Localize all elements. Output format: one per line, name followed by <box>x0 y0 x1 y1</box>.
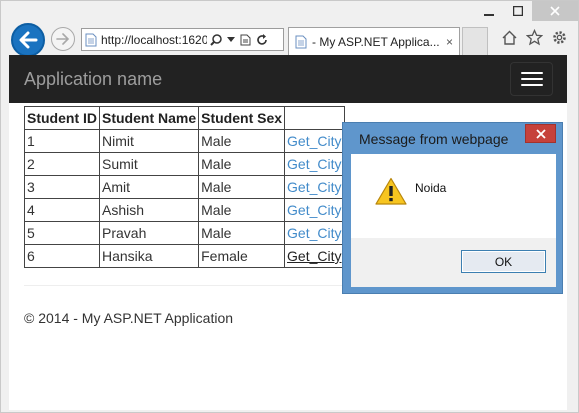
close-icon <box>535 128 546 139</box>
warning-icon <box>375 177 407 205</box>
minimize-icon <box>483 14 494 16</box>
home-icon[interactable] <box>501 29 518 46</box>
cell-student-id: 2 <box>24 152 100 176</box>
site-navbar: Application name <box>9 55 567 103</box>
dropdown-icon[interactable] <box>227 36 235 43</box>
cell-student-sex: Male <box>198 129 286 153</box>
table-row: 4 Ashish Male Get_City <box>24 198 345 222</box>
cell-student-id: 1 <box>24 129 100 153</box>
cell-student-sex: Female <box>198 244 286 268</box>
table-row: 6 Hansika Female Get_City <box>24 244 345 268</box>
cell-action: Get_City <box>284 152 345 176</box>
dialog-body: Noida <box>351 154 556 238</box>
address-tools <box>210 33 268 46</box>
brand-link[interactable]: Application name <box>24 69 162 90</box>
active-tab[interactable]: - My ASP.NET Applica... × <box>288 27 460 56</box>
cell-student-id: 3 <box>24 175 100 199</box>
hamburger-menu-icon <box>520 72 543 74</box>
tab-title: - My ASP.NET Applica... <box>312 35 440 49</box>
minimize-button[interactable] <box>474 1 503 21</box>
address-text[interactable]: http://localhost:1620 <box>101 33 207 47</box>
cell-action: Get_City <box>284 244 345 268</box>
cell-student-id: 6 <box>24 244 100 268</box>
back-button[interactable] <box>11 23 45 57</box>
maximize-button[interactable] <box>503 1 532 21</box>
back-arrow-icon <box>19 31 38 49</box>
get-city-link[interactable]: Get_City <box>287 156 341 172</box>
maximize-icon <box>512 6 523 16</box>
get-city-link[interactable]: Get_City <box>287 179 341 195</box>
cell-student-sex: Male <box>198 221 286 245</box>
page-icon <box>295 35 307 49</box>
get-city-link[interactable]: Get_City <box>287 225 341 241</box>
table-row: 3 Amit Male Get_City <box>24 175 345 199</box>
search-icon[interactable] <box>210 33 222 46</box>
browser-window: http://localhost:1620 - My ASP.NET Appli… <box>0 0 579 413</box>
table-row: 5 Pravah Male Get_City <box>24 221 345 245</box>
forward-arrow-icon <box>56 33 70 45</box>
refresh-icon[interactable] <box>256 33 268 46</box>
compatibility-icon[interactable] <box>240 34 251 46</box>
favorites-star-icon[interactable] <box>526 29 543 46</box>
settings-gear-icon[interactable] <box>551 29 568 46</box>
dialog-close-button[interactable] <box>525 124 556 143</box>
tab-close-button[interactable]: × <box>446 35 453 49</box>
cell-student-name: Pravah <box>98 221 200 245</box>
cell-student-sex: Male <box>198 198 286 222</box>
window-caption-buttons <box>474 1 578 21</box>
get-city-link[interactable]: Get_City <box>287 133 341 149</box>
students-table: Student ID Student Name Student Sex 1 Ni… <box>24 106 345 268</box>
dialog-title: Message from webpage <box>359 131 509 147</box>
browser-right-icons <box>501 29 568 46</box>
hamburger-menu-icon <box>520 84 543 86</box>
get-city-link[interactable]: Get_City <box>287 202 341 218</box>
column-header-student-id: Student ID <box>24 106 100 130</box>
dialog-message: Noida <box>415 181 447 195</box>
cell-student-id: 5 <box>24 221 100 245</box>
dialog-footer: OK <box>351 238 556 287</box>
column-header-action <box>284 106 345 130</box>
column-header-student-name: Student Name <box>98 106 200 130</box>
cell-student-name: Nimit <box>98 129 200 153</box>
page-footer: © 2014 - My ASP.NET Application <box>24 310 234 326</box>
cell-action: Get_City <box>284 175 345 199</box>
message-dialog: Message from webpage Noida OK <box>342 122 563 294</box>
navbar-toggle-button[interactable] <box>510 62 553 96</box>
cell-student-sex: Male <box>198 152 286 176</box>
ok-button[interactable]: OK <box>461 250 546 273</box>
window-close-button[interactable] <box>532 1 578 21</box>
table-header-row: Student ID Student Name Student Sex <box>24 106 345 130</box>
browser-toolbar: http://localhost:1620 - My ASP.NET Appli… <box>1 21 579 57</box>
cell-student-name: Amit <box>98 175 200 199</box>
close-icon <box>550 6 560 16</box>
forward-button[interactable] <box>51 27 75 51</box>
cell-action: Get_City <box>284 221 345 245</box>
new-tab-button[interactable] <box>462 27 488 56</box>
cell-student-name: Hansika <box>98 244 200 268</box>
cell-student-sex: Male <box>198 175 286 199</box>
cell-student-name: Ashish <box>98 198 200 222</box>
column-header-student-sex: Student Sex <box>198 106 286 130</box>
cell-action: Get_City <box>284 129 345 153</box>
get-city-link-focused[interactable]: Get_City <box>287 248 341 264</box>
hamburger-menu-icon <box>520 78 543 80</box>
address-bar[interactable]: http://localhost:1620 <box>81 28 284 51</box>
cell-student-name: Sumit <box>98 152 200 176</box>
table-row: 1 Nimit Male Get_City <box>24 129 345 153</box>
table-row: 2 Sumit Male Get_City <box>24 152 345 176</box>
cell-student-id: 4 <box>24 198 100 222</box>
page-icon <box>85 33 97 46</box>
cell-action: Get_City <box>284 198 345 222</box>
